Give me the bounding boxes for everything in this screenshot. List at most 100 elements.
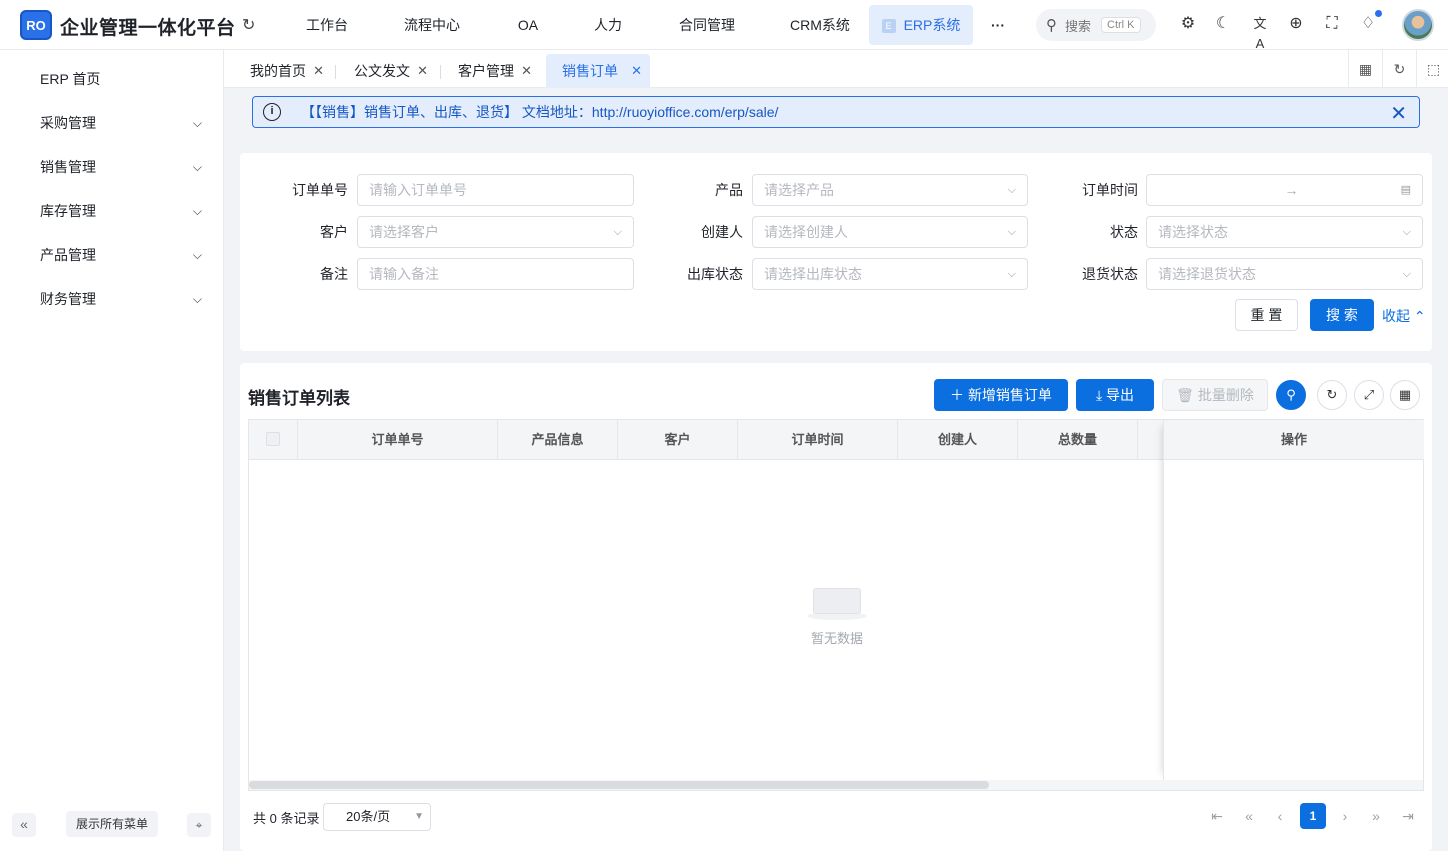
select-placeholder: 请选择客户	[369, 224, 439, 240]
tab-document[interactable]: 公文发文 ✕	[332, 54, 436, 88]
close-icon[interactable]: ✕	[521, 54, 532, 88]
refresh-table-icon[interactable]: ↻	[1317, 380, 1347, 410]
topnav-hr[interactable]: 人力	[566, 5, 650, 45]
empty-box-icon	[807, 580, 867, 622]
batch-delete-button[interactable]: 🗑 批量删除	[1162, 379, 1268, 411]
column-header[interactable]: 订单时间	[738, 420, 898, 460]
column-header[interactable]: 创建人	[898, 420, 1018, 460]
show-all-menus-button[interactable]: 展示所有菜单	[66, 811, 158, 837]
close-icon[interactable]: ✕	[631, 54, 642, 88]
info-icon: i	[263, 103, 281, 121]
close-icon[interactable]: ✕	[313, 54, 324, 88]
chevron-down-icon: ⌵	[613, 226, 622, 238]
sidebar-item-finance[interactable]: 财务管理 ⌵	[0, 277, 224, 321]
tab-customer[interactable]: 客户管理 ✕	[436, 54, 540, 88]
select-all-checkbox[interactable]	[266, 432, 280, 446]
close-icon[interactable]: ✕	[417, 54, 428, 88]
search-placeholder: 搜索	[1065, 18, 1092, 34]
topnav-process-center[interactable]: 流程中心	[374, 5, 490, 45]
prev-jump-icon[interactable]: «	[1236, 803, 1262, 829]
reset-button[interactable]: 重 置	[1235, 299, 1298, 331]
dark-mode-moon-icon[interactable]: ☾	[1213, 14, 1233, 34]
tabs-grid-icon[interactable]: ▦	[1348, 50, 1382, 88]
refresh-icon[interactable]: ↻	[242, 15, 260, 34]
topnav-erp[interactable]: E ERP系统	[869, 5, 973, 45]
globe-icon[interactable]: ⊕	[1286, 14, 1306, 34]
user-avatar[interactable]	[1402, 9, 1434, 41]
fullscreen-icon[interactable]: ⛶	[1322, 14, 1342, 34]
last-page-icon[interactable]: ⇥	[1395, 803, 1421, 829]
page-size-value: 20条/页	[346, 809, 391, 824]
global-search[interactable]: ⚲ 搜索 Ctrl K	[1036, 9, 1156, 41]
bell-icon[interactable]: ♢	[1358, 14, 1378, 34]
topnav-more[interactable]: ···	[973, 5, 1023, 45]
collapse-sidebar-icon[interactable]: «	[12, 813, 36, 837]
order-no-input[interactable]: 请输入订单单号	[357, 174, 634, 206]
creator-select[interactable]: 请选择创建人 ⌵	[752, 216, 1028, 248]
translate-icon[interactable]: 文A	[1250, 14, 1270, 51]
caret-down-icon: ▼	[414, 811, 424, 822]
sidebar: ERP 首页 采购管理 ⌵ 销售管理 ⌵ 库存管理 ⌵ 产品管理 ⌵ 财务管理 ⌵ « 展…	[0, 50, 224, 851]
close-icon[interactable]: ✕	[1390, 101, 1407, 126]
sidebar-item-label: ERP 首页	[40, 71, 101, 87]
search-button[interactable]: 搜 索	[1310, 299, 1374, 331]
scrollbar-thumb[interactable]	[249, 781, 989, 789]
toggle-search-icon[interactable]: ⚲	[1276, 380, 1306, 410]
total-records: 共 0 条记录	[253, 811, 320, 826]
column-header[interactable]: 订单单号	[298, 420, 498, 460]
sidebar-item-product[interactable]: 产品管理 ⌵	[0, 233, 224, 277]
topnav-oa[interactable]: OA	[490, 5, 566, 45]
tab-sales-order[interactable]: 销售订单 ✕	[546, 54, 650, 88]
sidebar-item-label: 产品管理	[40, 247, 96, 263]
search-icon: ⚲	[1046, 17, 1057, 34]
export-button[interactable]: ⤓ 导出	[1076, 379, 1154, 411]
column-settings-icon[interactable]: ▦	[1390, 380, 1420, 410]
app-title: 企业管理一体化平台	[60, 18, 236, 39]
search-shortcut: Ctrl K	[1101, 17, 1141, 33]
page-size-select[interactable]: 20条/页 ▼	[323, 803, 431, 831]
first-page-icon[interactable]: ⇤	[1204, 803, 1230, 829]
product-select[interactable]: 请选择产品 ⌵	[752, 174, 1028, 206]
collapse-filters-link[interactable]: 收起 ⌃	[1382, 306, 1426, 326]
horizontal-scrollbar[interactable]	[249, 780, 1423, 790]
settings-gear-icon[interactable]: ⚙	[1178, 14, 1198, 34]
topnav-workbench[interactable]: 工作台	[280, 5, 374, 45]
column-header[interactable]: 总数量	[1018, 420, 1138, 460]
customer-select[interactable]: 请选择客户 ⌵	[357, 216, 634, 248]
empty-text: 暂无数据	[810, 631, 863, 646]
topnav-crm[interactable]: CRM系统	[764, 5, 876, 45]
sidebar-item-sales[interactable]: 销售管理 ⌵	[0, 145, 224, 189]
sidebar-item-label: 库存管理	[40, 203, 96, 219]
order-time-range[interactable]: → ▤	[1146, 174, 1423, 206]
tabs-refresh-icon[interactable]: ↻	[1382, 50, 1416, 88]
column-header[interactable]: 客户	[618, 420, 738, 460]
pin-icon[interactable]: ⌖	[187, 813, 211, 837]
alert-text[interactable]: 【【销售】销售订单、出库、退货】 文档地址：http://ruoyioffice…	[301, 102, 778, 122]
status-select[interactable]: 请选择状态 ⌵	[1146, 216, 1423, 248]
topnav-contract[interactable]: 合同管理	[650, 5, 764, 45]
sidebar-item-inventory[interactable]: 库存管理 ⌵	[0, 189, 224, 233]
outbound-status-select[interactable]: 请选择出库状态 ⌵	[752, 258, 1028, 290]
tab-label: 客户管理	[458, 63, 514, 79]
sales-order-table: 订单单号 产品信息 客户 订单时间 创建人 总数量 操作 暂无数据	[248, 419, 1424, 791]
return-status-select[interactable]: 请选择退货状态 ⌵	[1146, 258, 1423, 290]
fullscreen-table-icon[interactable]: ⤢	[1354, 380, 1384, 410]
sidebar-item-erp-home[interactable]: ERP 首页	[0, 57, 224, 101]
sidebar-item-purchase[interactable]: 采购管理 ⌵	[0, 101, 224, 145]
chevron-down-icon: ⌵	[1007, 184, 1016, 196]
next-jump-icon[interactable]: »	[1363, 803, 1389, 829]
column-header[interactable]: 产品信息	[498, 420, 618, 460]
chevron-down-icon: ⌵	[192, 116, 202, 130]
topnav-label: 工作台	[306, 17, 348, 33]
tabs-maximize-icon[interactable]: ⬚	[1416, 50, 1448, 88]
remark-input[interactable]: 请输入备注	[357, 258, 634, 290]
doc-alert: i 【【销售】销售订单、出库、退货】 文档地址：http://ruoyioffi…	[252, 96, 1420, 128]
page-number-current[interactable]: 1	[1300, 803, 1326, 829]
app-logo[interactable]: RO	[20, 10, 52, 40]
tab-my-home[interactable]: 我的首页 ✕	[228, 54, 332, 88]
prev-page-icon[interactable]: ‹	[1267, 803, 1293, 829]
chevron-down-icon: ⌵	[1402, 268, 1411, 280]
add-sales-order-button[interactable]: ＋ 新增销售订单	[934, 379, 1068, 411]
next-page-icon[interactable]: ›	[1332, 803, 1358, 829]
filter-label: 订单单号	[292, 182, 348, 198]
